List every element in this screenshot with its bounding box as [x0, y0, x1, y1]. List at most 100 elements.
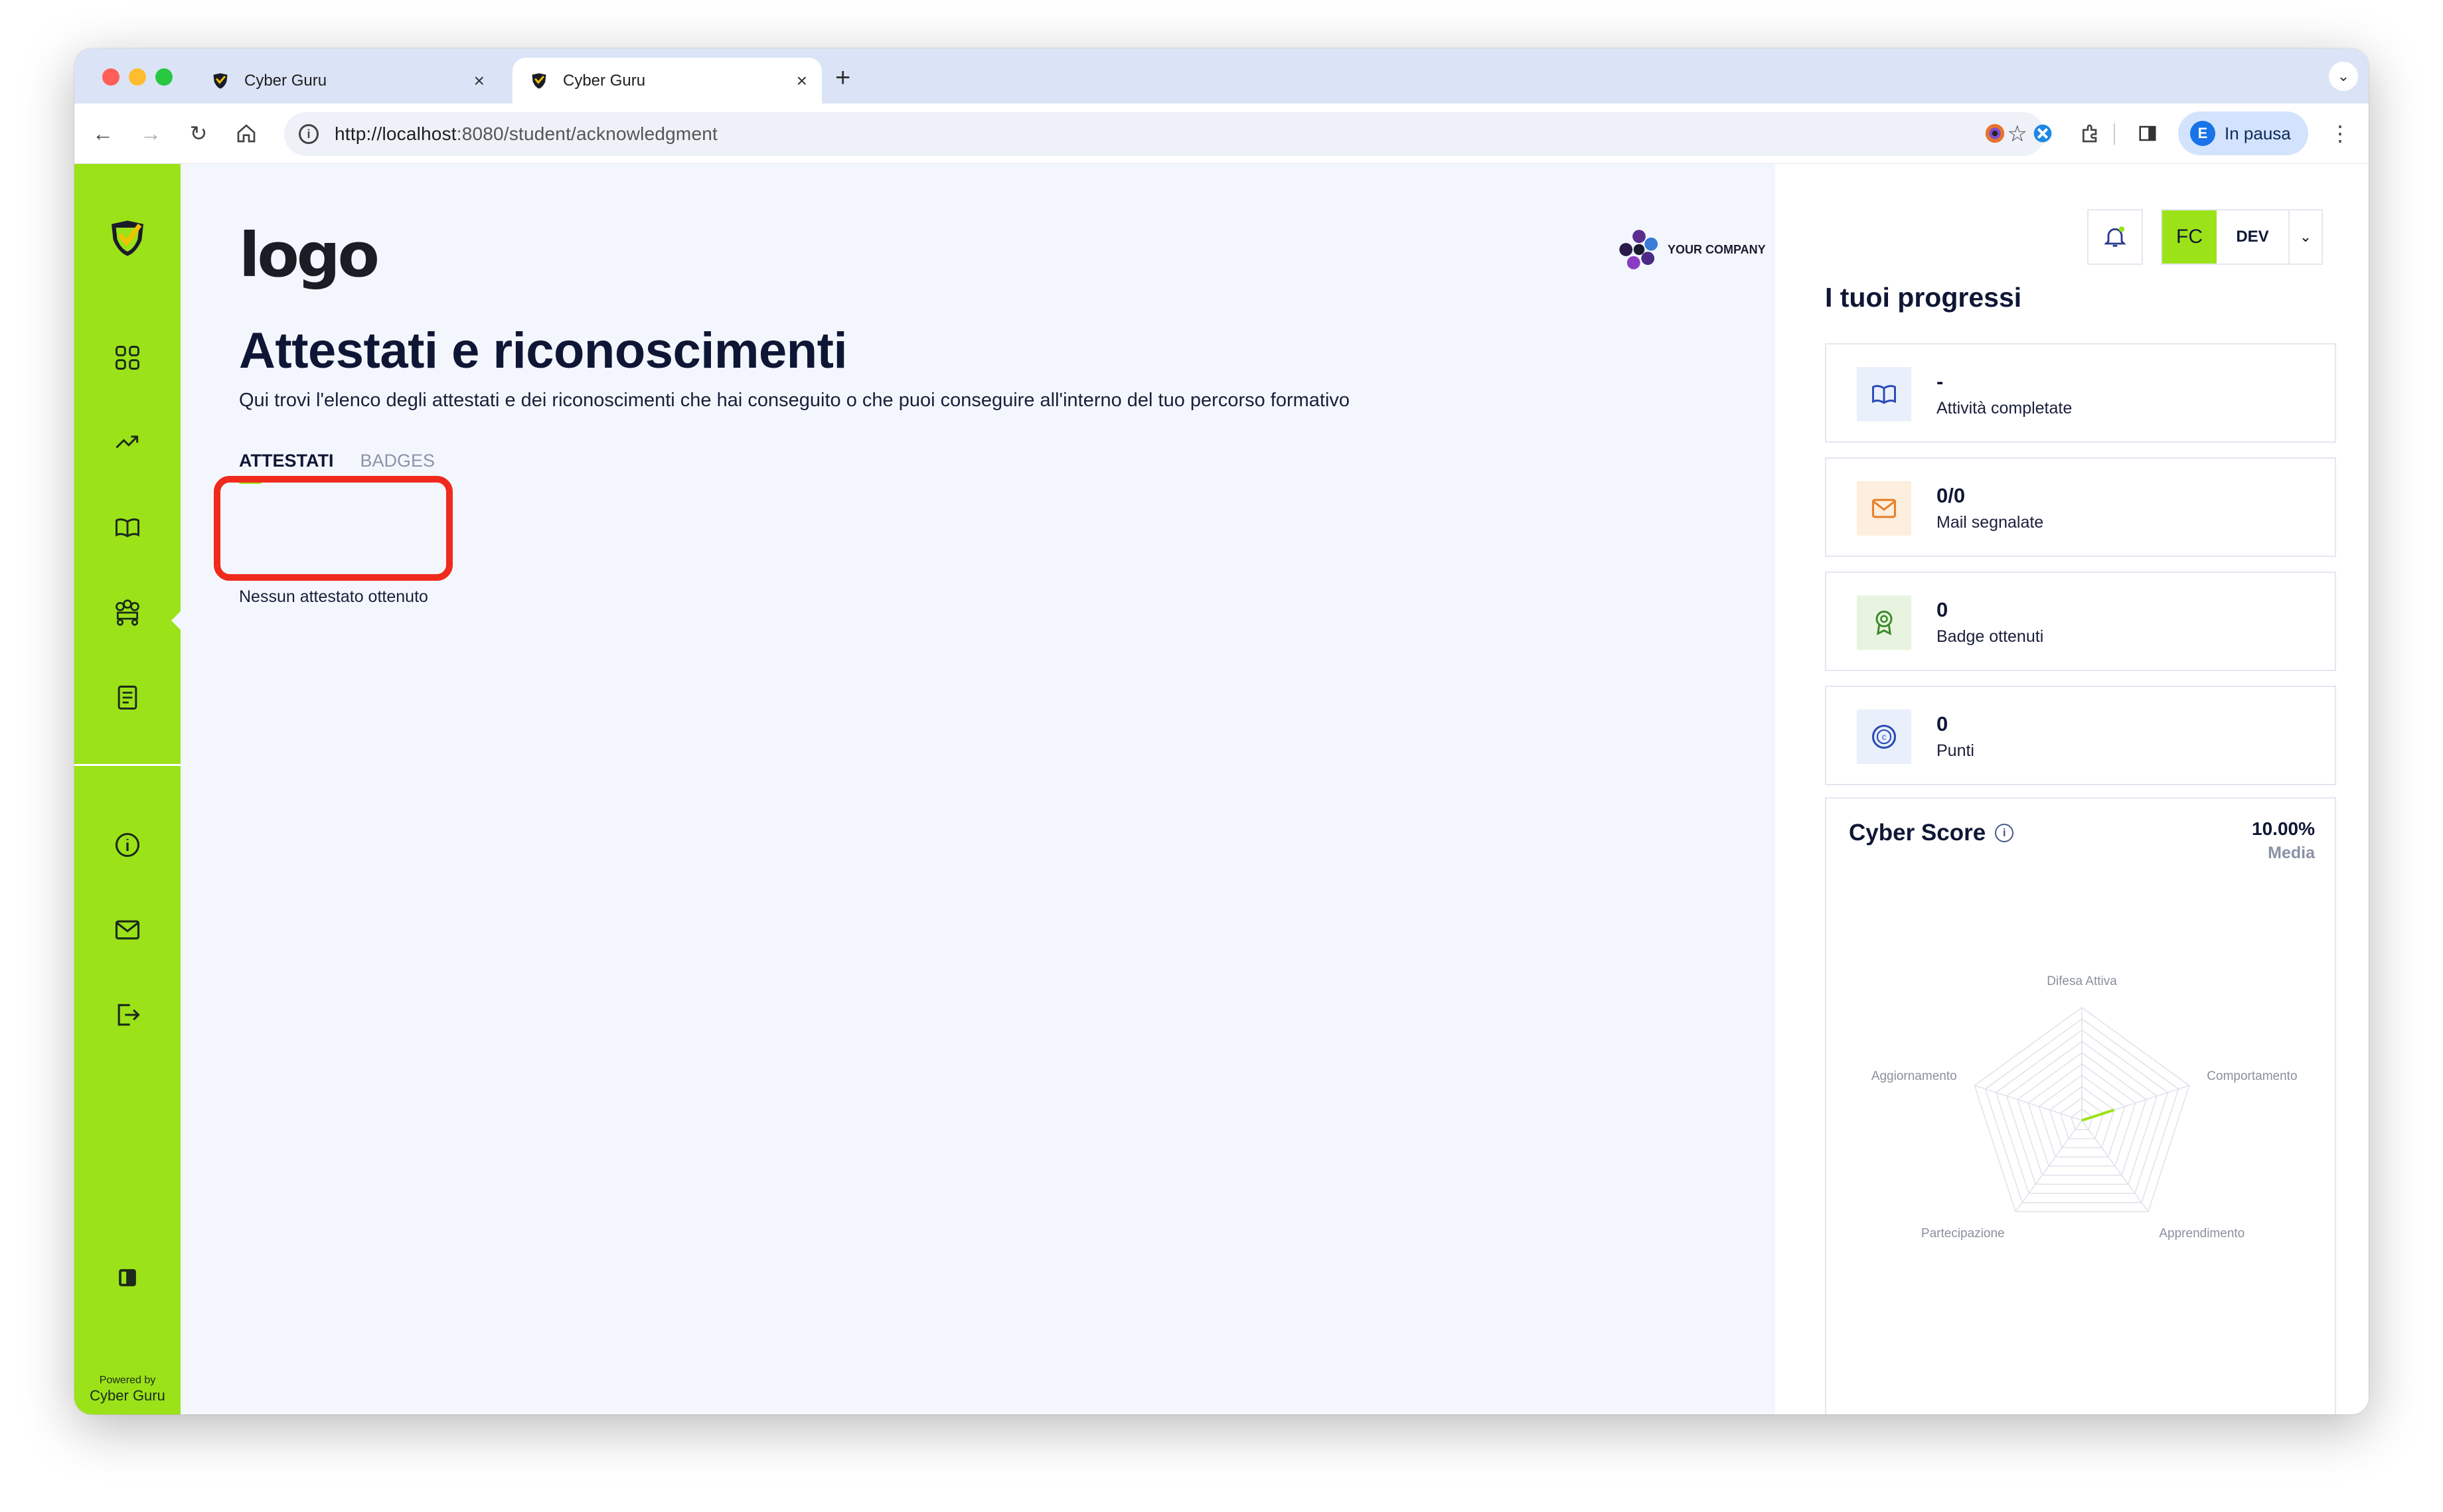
stat-label: Attività completate — [1936, 399, 2073, 417]
close-tab-icon[interactable]: × — [797, 70, 807, 92]
tab-strip: Cyber Guru × Cyber Guru × + ⌄ — [74, 48, 2369, 104]
stat-value: 0 — [1936, 712, 1948, 735]
sidebar-item-info[interactable] — [110, 828, 145, 862]
main-content: logo YOUR COMPANY Attestati e riconoscim… — [181, 164, 1775, 1414]
radar-axis-label: Comportamento — [2207, 1069, 2297, 1083]
stat-value: 0/0 — [1936, 484, 1966, 507]
extension-blue-icon[interactable] — [2027, 118, 2058, 149]
site-info-icon[interactable]: i — [299, 124, 319, 144]
bell-icon — [2104, 226, 2126, 247]
sidebar-item-documents[interactable] — [110, 680, 145, 715]
logout-icon — [118, 1004, 140, 1026]
mail-icon — [1857, 481, 1911, 536]
powered-by: Powered by Cyber Guru — [88, 1373, 167, 1404]
browser-window: Cyber Guru × Cyber Guru × + ⌄ ← → ↻ i ht… — [74, 48, 2369, 1414]
page-title: Attestati e riconoscimenti — [239, 323, 848, 379]
progress-panel: FC DEV ⌄ I tuoi progressi - Attività com… — [1775, 164, 2369, 1414]
company-name: YOUR COMPANY — [1668, 242, 1766, 256]
book-icon — [1857, 367, 1911, 421]
close-tab-icon[interactable]: × — [474, 70, 485, 92]
sidebar: Powered by Cyber Guru — [74, 164, 182, 1414]
page-subtitle: Qui trovi l'elenco degli attestati e dei… — [239, 390, 1350, 411]
radar-axis-label: Partecipazione — [1921, 1227, 2005, 1241]
back-icon[interactable]: ← — [88, 118, 118, 149]
browser-tab-2[interactable]: Cyber Guru × — [512, 58, 822, 104]
grid-icon — [116, 346, 139, 370]
cyber-score-value: 10.00% — [2252, 818, 2315, 839]
powered-by-brand: Cyber Guru — [90, 1387, 165, 1404]
sidebar-item-logout[interactable] — [110, 998, 145, 1032]
url-text: http://localhost:8080/student/acknowledg… — [335, 123, 718, 144]
stat-value: - — [1936, 370, 1944, 393]
stat-label: Badge ottenuti — [1936, 627, 2044, 646]
sidebar-divider — [74, 764, 181, 766]
cyberguru-favicon-icon — [213, 72, 228, 89]
trend-up-icon — [116, 435, 139, 449]
tab-attestati[interactable]: ATTESTATI — [239, 451, 333, 484]
info-icon[interactable]: i — [1995, 824, 2014, 842]
notifications-button[interactable] — [2087, 209, 2143, 265]
content-tabs: ATTESTATI BADGES — [239, 451, 461, 484]
radar-axis-label: Aggiornamento — [1871, 1069, 1957, 1083]
stat-value: 0 — [1936, 598, 1948, 621]
new-tab-button[interactable]: + — [835, 63, 850, 93]
badge-icon — [1857, 595, 1911, 650]
bookmark-star-icon[interactable]: ☆ — [2008, 121, 2027, 147]
empty-state-message: Nessun attestato ottenuto — [239, 587, 428, 606]
minimize-window-button[interactable] — [129, 68, 146, 86]
profile-avatar: E — [2190, 121, 2215, 146]
tab-search-button[interactable]: ⌄ — [2329, 62, 2358, 91]
cyberguru-logo-icon[interactable] — [104, 214, 151, 262]
sidebar-item-dashboard[interactable] — [110, 340, 145, 375]
document-icon — [118, 686, 137, 710]
company-flower-icon — [1619, 230, 1658, 269]
sidebar-item-toggle-sidebar[interactable] — [110, 1260, 145, 1295]
tab-badges[interactable]: BADGES — [360, 451, 435, 471]
stat-label: Mail segnalate — [1936, 513, 2044, 532]
tab-title: Cyber Guru — [244, 71, 327, 90]
highlight-box — [214, 476, 453, 581]
sidebar-item-progress[interactable] — [110, 425, 145, 460]
radar-axis-label: Difesa Attiva — [2047, 974, 2117, 988]
extensions-puzzle-icon[interactable] — [2075, 118, 2106, 149]
sidebar-toggle-icon — [119, 1269, 136, 1286]
radar-axis-line — [1974, 1085, 2083, 1121]
cyber-score-sub: Media — [2268, 844, 2315, 862]
radar-chart: Difesa Attiva Comportamento Apprendimento P… — [1871, 974, 2298, 1241]
cyber-score-label: Cyber Score — [1849, 820, 1986, 846]
address-bar[interactable]: i http://localhost:8080/student/acknowle… — [284, 112, 2045, 156]
app-container: Powered by Cyber Guru logo YOUR COMPANY … — [74, 164, 2369, 1414]
mail-icon — [115, 920, 140, 940]
sidebar-item-acknowledgments[interactable] — [110, 595, 145, 630]
powered-by-label: Powered by — [99, 1375, 156, 1386]
sidebar-item-courses[interactable] — [110, 510, 145, 545]
side-panel-icon[interactable] — [2132, 118, 2163, 149]
user-role: DEV — [2236, 228, 2269, 246]
profile-button[interactable]: E In pausa — [2178, 112, 2308, 155]
radar-series — [2081, 1108, 2115, 1122]
extension-color-icon[interactable] — [1980, 118, 2010, 149]
svg-text:c: c — [1882, 732, 1887, 742]
awards-icon — [116, 599, 139, 626]
book-icon — [116, 518, 139, 538]
maximize-window-button[interactable] — [155, 68, 173, 86]
radar-axis-label: Apprendimento — [2159, 1227, 2245, 1241]
cyber-score-card: Cyber Score i 10.00% Media Difesa Attiva… — [1825, 797, 2336, 1414]
tab-title: Cyber Guru — [563, 71, 646, 90]
progress-title: I tuoi progressi — [1825, 282, 2022, 313]
browser-tab-1[interactable]: Cyber Guru × — [194, 58, 499, 104]
sidebar-item-mail[interactable] — [110, 913, 145, 947]
info-icon — [115, 832, 140, 858]
company-logo: YOUR COMPANY — [1617, 228, 1766, 271]
menu-dots-icon[interactable]: ⋮ — [2325, 118, 2355, 149]
client-logo: logo — [239, 220, 380, 291]
close-window-button[interactable] — [102, 68, 119, 86]
browser-toolbar: ← → ↻ i http://localhost:8080/student/ac… — [74, 104, 2369, 164]
avatar: FC — [2162, 210, 2217, 264]
user-menu[interactable]: FC DEV ⌄ — [2161, 209, 2323, 265]
forward-icon[interactable]: → — [135, 118, 166, 149]
reload-icon[interactable]: ↻ — [183, 118, 214, 149]
chevron-down-icon[interactable]: ⌄ — [2288, 210, 2322, 264]
stat-card-points: c 0 Punti — [1825, 686, 2336, 785]
home-icon[interactable] — [231, 118, 262, 149]
